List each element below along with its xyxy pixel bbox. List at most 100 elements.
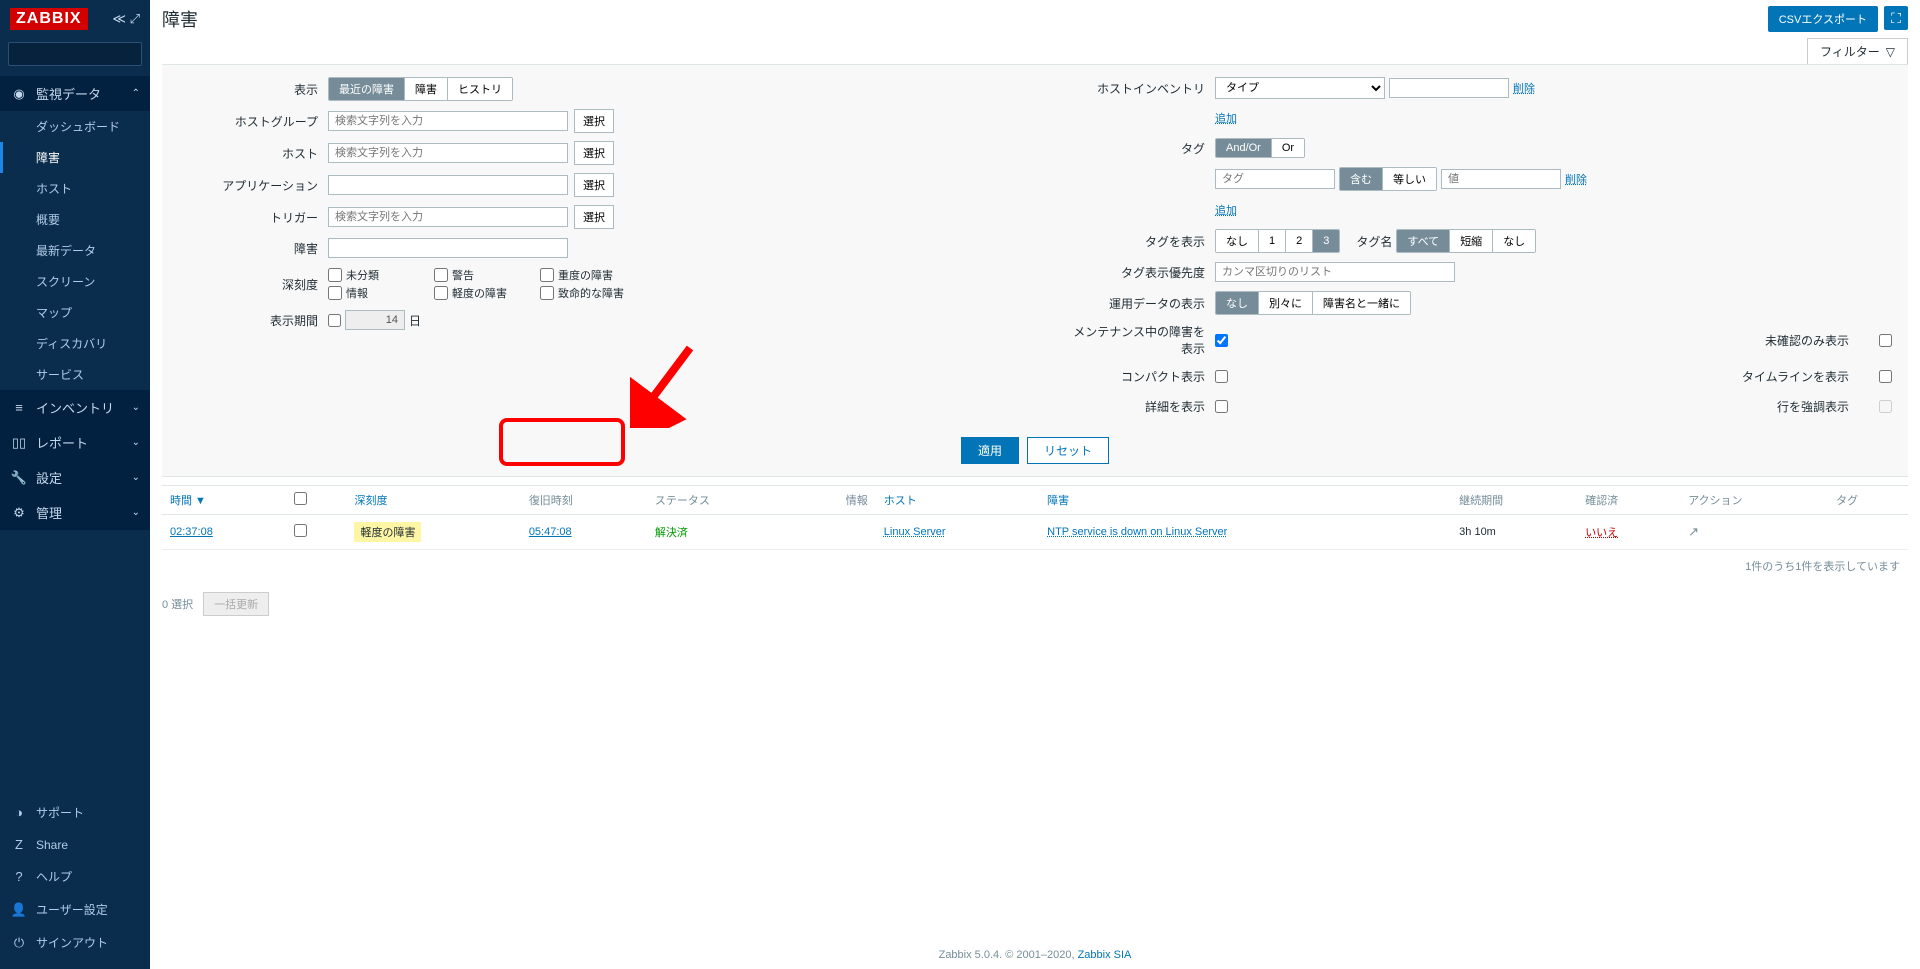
highlight-checkbox[interactable] [1879,400,1892,413]
show-tags-3-button[interactable]: 3 [1313,230,1339,252]
th-problem[interactable]: 障害 [1039,486,1451,515]
row-problem-link[interactable]: NTP service is down on Linux Server [1047,526,1227,538]
footer-support[interactable]: ◑ サポート [0,796,150,829]
problem-input[interactable] [328,238,568,258]
tag-name-input[interactable] [1215,169,1335,189]
opdata-withname-button[interactable]: 障害名と一緒に [1313,292,1410,314]
host-input[interactable] [328,143,568,163]
footer-signout[interactable]: ⏻ サインアウト [0,926,150,959]
row-recovery-link[interactable]: 05:47:08 [529,526,572,538]
unack-label: 未確認のみ表示 [1739,332,1849,349]
footer-share[interactable]: Z Share [0,829,150,860]
row-ack-link[interactable]: いいえ [1585,527,1618,539]
reset-button[interactable]: リセット [1027,437,1109,464]
show-tags-1-button[interactable]: 1 [1259,230,1286,252]
inventory-delete-link[interactable]: 削除 [1513,80,1535,96]
tag-value-input[interactable] [1441,169,1561,189]
sev-notclassified[interactable]: 未分類 [328,267,428,283]
action-icon[interactable]: ↗ [1688,524,1699,539]
opdata-separate-button[interactable]: 別々に [1259,292,1313,314]
sidebar-item-discovery[interactable]: ディスカバリ [0,328,150,359]
menu-monitoring[interactable]: ◉ 監視データ ⌃ [0,76,150,111]
show-tags-none-button[interactable]: なし [1216,230,1259,252]
tag-add-link[interactable]: 追加 [1215,202,1237,218]
mass-update-button[interactable]: 一括更新 [203,592,269,616]
application-select-button[interactable]: 選択 [574,173,614,197]
sidebar-item-services[interactable]: サービス [0,359,150,390]
inventory-add-link[interactable]: 追加 [1215,110,1237,126]
menu-reports[interactable]: ▯▯ レポート ⌄ [0,425,150,460]
show-history-button[interactable]: ヒストリ [448,78,512,100]
footer-label: ユーザー設定 [36,901,108,918]
table-footer: 1件のうち1件を表示しています [162,550,1908,582]
csv-export-button[interactable]: CSVエクスポート [1768,6,1878,32]
kiosk-mode-icon[interactable]: ⛶ [1884,6,1908,30]
sidebar-collapse-icon[interactable]: ≪ ⤢ [112,11,140,27]
tagname-group: すべて 短縮 なし [1396,229,1536,253]
apply-button[interactable]: 適用 [961,437,1019,464]
th-host[interactable]: ホスト [876,486,1039,515]
compact-checkbox[interactable] [1215,370,1228,383]
share-icon: Z [10,837,28,852]
tags-andor-button[interactable]: And/Or [1216,139,1272,157]
details-checkbox[interactable] [1215,400,1228,413]
sidebar-item-dashboard[interactable]: ダッシュボード [0,111,150,142]
tagname-none-button[interactable]: なし [1493,230,1535,252]
tag-priority-input[interactable] [1215,262,1455,282]
sidebar-item-problems[interactable]: 障害 [0,142,150,173]
maintenance-checkbox[interactable] [1215,334,1228,347]
tag-equals-button[interactable]: 等しい [1383,168,1436,190]
row-host-link[interactable]: Linux Server [884,526,946,538]
menu-label: インベントリ [36,398,114,417]
footer-help[interactable]: ? ヘルプ [0,860,150,893]
zabbix-sia-link[interactable]: Zabbix SIA [1078,949,1132,961]
th-ack: 確認済 [1577,486,1680,515]
hostgroup-select-button[interactable]: 選択 [574,109,614,133]
sev-info[interactable]: 情報 [328,285,428,301]
show-problems-button[interactable]: 障害 [405,78,448,100]
menu-config[interactable]: 🔧 設定 ⌄ [0,460,150,495]
sev-warning[interactable]: 警告 [434,267,534,283]
menu-inventory[interactable]: ≡ インベントリ ⌄ [0,390,150,425]
sev-average[interactable]: 軽度の障害 [434,285,534,301]
application-input[interactable] [328,175,568,195]
select-all-checkbox[interactable] [294,492,307,505]
trigger-input[interactable] [328,207,568,227]
row-time-link[interactable]: 02:37:08 [170,526,213,538]
timeline-checkbox[interactable] [1879,370,1892,383]
footer-user[interactable]: 👤 ユーザー設定 [0,893,150,926]
zabbix-logo[interactable]: ZABBIX [10,8,88,30]
show-tags-2-button[interactable]: 2 [1286,230,1313,252]
inventory-type-select[interactable]: タイプ [1215,77,1385,99]
th-time[interactable]: 時間 ▼ [162,486,286,515]
filter-icon: ▽ [1886,45,1895,59]
tagname-short-button[interactable]: 短縮 [1450,230,1493,252]
sev-high[interactable]: 重度の障害 [540,267,640,283]
sidebar: ZABBIX ≪ ⤢ 🔍 ◉ 監視データ ⌃ ダッシュボード 障害 ホスト 概要… [0,0,150,969]
tag-contains-button[interactable]: 含む [1340,168,1383,190]
show-recent-button[interactable]: 最近の障害 [329,78,405,100]
sidebar-item-latest[interactable]: 最新データ [0,235,150,266]
sidebar-item-maps[interactable]: マップ [0,297,150,328]
tagname-all-button[interactable]: すべて [1397,230,1450,252]
row-checkbox[interactable] [294,524,307,537]
age-days-input[interactable] [345,310,405,330]
power-icon: ⏻ [10,935,28,951]
list-icon: ≡ [10,400,28,415]
trigger-select-button[interactable]: 選択 [574,205,614,229]
host-select-button[interactable]: 選択 [574,141,614,165]
age-checkbox[interactable] [328,314,341,327]
unack-checkbox[interactable] [1879,334,1892,347]
th-severity[interactable]: 深刻度 [346,486,520,515]
hostgroup-input[interactable] [328,111,568,131]
menu-admin[interactable]: ⚙ 管理 ⌄ [0,495,150,530]
inventory-value-input[interactable] [1389,78,1509,98]
filter-tab[interactable]: フィルター ▽ [1807,38,1908,64]
tags-or-button[interactable]: Or [1272,139,1304,157]
opdata-none-button[interactable]: なし [1216,292,1259,314]
sidebar-item-hosts[interactable]: ホスト [0,173,150,204]
sidebar-item-screens[interactable]: スクリーン [0,266,150,297]
tag-delete-link[interactable]: 削除 [1565,171,1587,187]
sev-disaster[interactable]: 致命的な障害 [540,285,640,301]
sidebar-item-overview[interactable]: 概要 [0,204,150,235]
